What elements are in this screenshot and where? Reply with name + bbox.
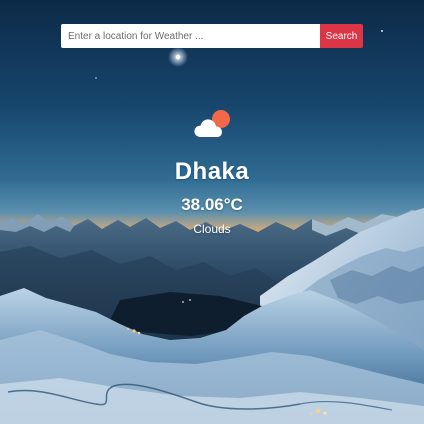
cloud-sun-icon	[194, 110, 230, 137]
location-search-input[interactable]	[61, 24, 320, 48]
search-button[interactable]: Search	[320, 24, 363, 48]
city-name: Dhaka	[174, 158, 250, 185]
weather-condition: Clouds	[193, 222, 231, 236]
search-bar: Search	[61, 24, 363, 48]
temperature-value: 38.06°C	[181, 195, 243, 214]
